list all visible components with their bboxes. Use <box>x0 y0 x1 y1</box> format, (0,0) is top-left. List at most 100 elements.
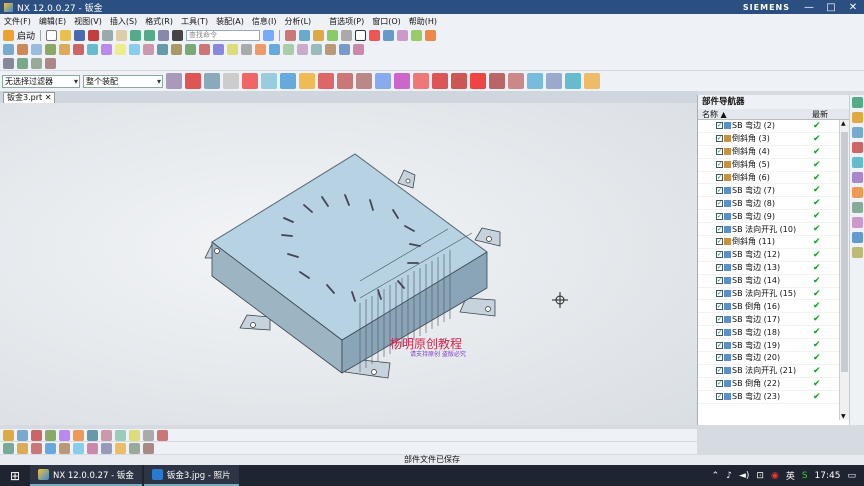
navigator-feature-row[interactable]: ✓ SB 弯边 (8) ✔ <box>698 197 849 211</box>
menu-information[interactable]: 信息(I) <box>252 16 277 27</box>
background-icon[interactable] <box>355 29 367 41</box>
close-button[interactable]: ✕ <box>842 0 864 14</box>
spline-icon[interactable] <box>375 73 391 89</box>
type-filter-dropdown[interactable]: 无选择过滤器 <box>2 74 80 88</box>
navigator-feature-row[interactable]: ✓ 倒斜角 (4) ✔ <box>698 146 849 159</box>
menu-view[interactable]: 视图(V) <box>74 16 102 27</box>
navigator-feature-row[interactable]: ✓ SB 法向开孔 (15) ✔ <box>698 288 849 301</box>
navigator-feature-row[interactable]: ✓ SB 弯边 (23) ✔ <box>698 391 849 404</box>
redo-icon[interactable] <box>144 29 156 41</box>
simulate-icon[interactable] <box>157 429 168 441</box>
intersection-point-icon[interactable] <box>489 73 505 89</box>
fit-view-icon[interactable] <box>565 73 581 89</box>
menu-preferences[interactable]: 首选项(P) <box>329 16 364 27</box>
open-folder-icon[interactable] <box>60 29 72 41</box>
menu-format[interactable]: 格式(R) <box>145 16 173 27</box>
fit-icon[interactable] <box>115 442 126 454</box>
contour-flange-icon[interactable] <box>31 57 42 69</box>
color-icon[interactable] <box>369 29 381 41</box>
reuse-library-icon[interactable] <box>852 157 863 168</box>
search-icon[interactable] <box>263 29 275 41</box>
navigator-feature-row[interactable]: ✓ 倒斜角 (11) ✔ <box>698 236 849 249</box>
navigator-feature-row[interactable]: ✓ SB 弯边 (12) ✔ <box>698 249 849 262</box>
graphics-viewport[interactable]: 杨明原创教程 请支持原创 盗版必究 <box>0 103 697 425</box>
point-icon[interactable] <box>31 429 42 441</box>
menu-insert[interactable]: 插入(S) <box>110 16 137 27</box>
start-button[interactable]: 启动 <box>17 29 35 42</box>
column-name-header[interactable]: 名称 ▲ <box>698 109 810 119</box>
datum-plane-icon[interactable] <box>255 43 266 55</box>
web-browser-icon[interactable] <box>852 187 863 198</box>
section-icon[interactable] <box>143 429 154 441</box>
mirror-icon[interactable] <box>199 43 210 55</box>
arc-icon[interactable] <box>356 73 372 89</box>
pan-icon[interactable] <box>87 442 98 454</box>
visibility-checkbox[interactable]: ✓ <box>716 393 723 401</box>
lasso-icon[interactable] <box>223 73 239 89</box>
ime-indicator[interactable]: 英 <box>786 469 795 482</box>
paste-icon[interactable] <box>116 29 128 41</box>
taskbar-app-photos[interactable]: 钣金3.jpg - 照片 <box>143 465 239 486</box>
cut-icon[interactable] <box>88 29 100 41</box>
security-icon[interactable]: S <box>802 471 808 481</box>
tab-close-icon[interactable]: ✕ <box>45 93 52 102</box>
menu-edit[interactable]: 编辑(E) <box>39 16 66 27</box>
visibility-checkbox[interactable]: ✓ <box>716 341 723 349</box>
save-icon[interactable] <box>74 29 86 41</box>
hole-icon[interactable] <box>45 43 56 55</box>
snap-icon[interactable] <box>285 29 297 41</box>
sketch-icon[interactable] <box>3 43 14 55</box>
menu-assembly[interactable]: 装配(A) <box>216 16 244 27</box>
visibility-checkbox[interactable]: ✓ <box>716 161 723 169</box>
navigator-feature-row[interactable]: ✓ SB 弯边 (13) ✔ <box>698 262 849 275</box>
assembly-navigator-icon[interactable] <box>852 112 863 123</box>
view-iso-icon[interactable] <box>45 442 56 454</box>
analysis-icon[interactable] <box>87 429 98 441</box>
view-top-icon[interactable] <box>17 442 28 454</box>
view-orient-icon[interactable] <box>527 73 543 89</box>
rectangle-select-icon[interactable] <box>242 73 258 89</box>
navigator-feature-row[interactable]: ✓ SB 法向开孔 (10) ✔ <box>698 223 849 237</box>
tangent-icon[interactable] <box>508 73 524 89</box>
undo-icon[interactable] <box>130 29 142 41</box>
visibility-checkbox[interactable]: ✓ <box>716 290 723 298</box>
pocket-icon[interactable] <box>73 43 84 55</box>
command-search-input[interactable]: 查找命令 <box>186 29 261 41</box>
body-select-icon[interactable] <box>280 73 296 89</box>
trim-body-icon[interactable] <box>213 43 224 55</box>
expression-icon[interactable] <box>297 43 308 55</box>
navigator-feature-row[interactable]: ✓ SB 倒角 (16) ✔ <box>698 300 849 314</box>
navigator-feature-row[interactable]: ✓ SB 弯边 (17) ✔ <box>698 313 849 327</box>
navigator-feature-row[interactable]: ✓ SB 法向开孔 (21) ✔ <box>698 365 849 378</box>
measure-icon[interactable] <box>411 29 423 41</box>
line-icon[interactable] <box>337 73 353 89</box>
clock[interactable]: 17:45 <box>815 471 841 481</box>
minimize-button[interactable]: — <box>798 0 820 14</box>
arc-icon[interactable] <box>59 429 70 441</box>
navigator-feature-row[interactable]: ✓ 倒斜角 (3) ✔ <box>698 133 849 146</box>
edit-section-icon[interactable] <box>584 73 600 89</box>
show-hidden-icon[interactable]: ⌃ <box>712 471 720 481</box>
menu-file[interactable]: 文件(F) <box>4 16 31 27</box>
shell-icon[interactable] <box>157 43 168 55</box>
navigator-feature-row[interactable]: ✓ SB 倒角 (22) ✔ <box>698 378 849 391</box>
hd3d-tools-icon[interactable] <box>852 172 863 183</box>
roles-icon[interactable] <box>852 247 863 258</box>
sync-modeling-icon[interactable] <box>353 43 364 55</box>
selection-scope-dropdown[interactable]: 整个装配 <box>83 74 163 88</box>
notification-icon[interactable]: ▭ <box>847 471 856 481</box>
network-icon[interactable]: ⊡ <box>756 471 764 481</box>
center-point-icon[interactable] <box>451 73 467 89</box>
shading-icon[interactable] <box>327 29 339 41</box>
navigator-scrollbar[interactable]: ▲ ▼ <box>839 120 849 420</box>
scrollbar-thumb[interactable] <box>841 132 848 372</box>
scroll-down-icon[interactable]: ▼ <box>841 413 846 420</box>
shaded-icon[interactable] <box>129 442 140 454</box>
part-navigator-icon[interactable] <box>852 142 863 153</box>
offset-face-icon[interactable] <box>241 43 252 55</box>
menu-tools[interactable]: 工具(T) <box>181 16 208 27</box>
orient-view-icon[interactable] <box>383 29 395 41</box>
snap-point-icon[interactable] <box>185 73 201 89</box>
draft-analysis-icon[interactable] <box>101 429 112 441</box>
visibility-checkbox[interactable]: ✓ <box>716 302 723 310</box>
